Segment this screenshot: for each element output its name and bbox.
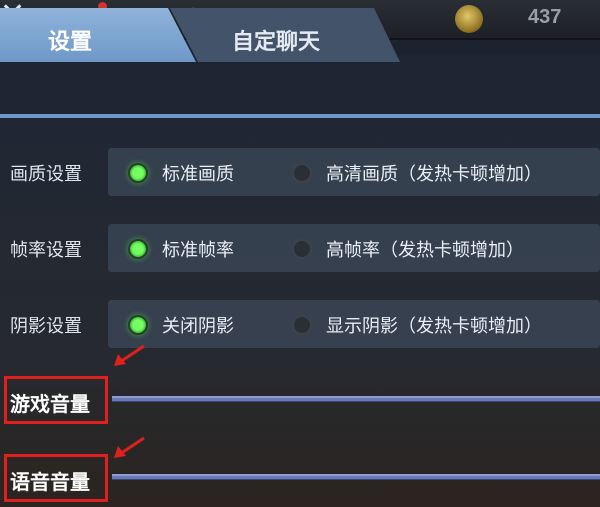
shadow-label: 阴影设置 [10,316,82,337]
coin-count: 437 [528,6,562,28]
option-shadow-on[interactable]: 显示阴影（发热卡顿增加） [292,312,542,338]
radio-unselected-icon[interactable] [292,163,312,183]
frame-rate-label: 帧率设置 [10,240,82,261]
tab-settings-label: 设置 [48,30,93,55]
radio-selected-icon[interactable] [128,239,148,259]
option-label: 高帧率（发热卡顿增加） [326,240,524,261]
option-label: 显示阴影（发热卡顿增加） [326,316,542,337]
radio-selected-icon[interactable] [128,163,148,183]
option-hd-quality[interactable]: 高清画质（发热卡顿增加） [292,160,542,186]
option-shadow-off[interactable]: 关闭阴影 [128,312,234,338]
game-volume-slider[interactable] [112,396,600,402]
graphics-quality-options: 标准画质 高清画质（发热卡顿增加） [108,148,600,196]
radio-unselected-icon[interactable] [292,239,312,259]
option-label: 标准画质 [162,164,234,185]
frame-rate-options: 标准帧率 高帧率（发热卡顿增加） [108,224,600,272]
radio-unselected-icon[interactable] [292,315,312,335]
annotation-arrow-icon [114,344,145,366]
option-standard-fps[interactable]: 标准帧率 [128,236,234,262]
tab-settings[interactable] [0,8,196,62]
game-volume-label: 游戏音量 [10,392,90,416]
shadow-options: 关闭阴影 显示阴影（发热卡顿增加） [108,300,600,348]
voice-volume-slider[interactable] [112,474,600,480]
option-high-fps[interactable]: 高帧率（发热卡顿增加） [292,236,524,262]
voice-volume-label: 语音音量 [10,470,90,494]
option-label: 高清画质（发热卡顿增加） [326,164,542,185]
option-label: 标准帧率 [162,240,234,261]
coin-icon [455,5,483,33]
radio-selected-icon[interactable] [128,315,148,335]
graphics-quality-label: 画质设置 [10,164,82,185]
tab-bar [0,54,600,116]
option-label: 关闭阴影 [162,316,234,337]
annotation-arrow-icon [114,436,145,458]
tab-custom-chat-label: 自定聊天 [232,30,321,55]
option-standard-quality[interactable]: 标准画质 [128,160,234,186]
